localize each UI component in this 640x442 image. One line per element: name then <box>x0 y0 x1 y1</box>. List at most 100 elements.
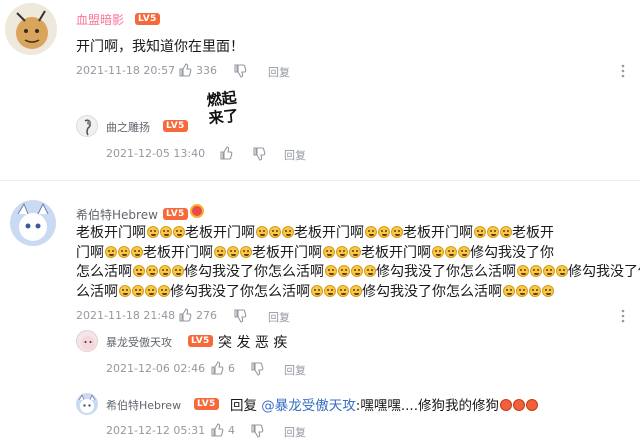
emoji-icon <box>157 284 170 297</box>
emoji-icon <box>172 226 185 238</box>
more-vertical-icon[interactable] <box>620 308 626 327</box>
emoji-icon <box>364 226 377 238</box>
emoji-icon <box>158 265 171 277</box>
emoji-icon <box>473 226 486 238</box>
thumb-up-icon[interactable] <box>210 360 224 379</box>
emoji-icon <box>104 245 117 258</box>
thumb-up-icon[interactable] <box>219 145 233 164</box>
emoji-icon <box>542 265 555 277</box>
level-badge: LV5 <box>135 13 160 25</box>
avatar[interactable] <box>76 115 98 137</box>
comment-text: 突 发 恶 疾 <box>218 335 288 351</box>
comment-text-line: 门啊 老板开门啊 老板开门啊 老板开门啊 修勾我没了你 <box>76 244 554 261</box>
emoji-icon <box>281 226 294 238</box>
reply-button[interactable]: 回复 <box>268 64 290 80</box>
thumb-down-icon[interactable] <box>252 146 266 165</box>
divider <box>0 180 640 181</box>
avatar-image <box>10 200 56 246</box>
emoji-icon <box>171 265 184 277</box>
emoji-icon <box>337 265 350 277</box>
username[interactable]: 暴龙受傲天攻 <box>106 334 172 350</box>
comment-date: 2021-12-05 13:40 <box>106 147 206 160</box>
comment-text-line: 么活啊 修勾我没了你怎么活啊 修勾我没了你怎么活啊 <box>76 283 636 303</box>
emoji-icon <box>323 284 336 297</box>
username[interactable]: 曲之雕扬 <box>106 119 150 135</box>
emoji-icon <box>486 226 499 238</box>
emoji-icon <box>444 245 457 258</box>
username[interactable]: 希伯特Hebrew <box>106 397 181 413</box>
reply-button[interactable]: 回复 <box>268 309 290 325</box>
sticker-text-line: 来了 <box>207 106 240 128</box>
avatar[interactable] <box>76 393 98 415</box>
comment-date: 2021-11-18 20:57 <box>76 64 176 77</box>
like-count: 276 <box>196 309 217 322</box>
reply-button[interactable]: 回复 <box>284 424 306 440</box>
emoji-icon <box>499 226 512 238</box>
emoji-icon <box>529 265 542 277</box>
avatar-image <box>84 119 92 136</box>
comment-text: 回复 @暴龙受傲天攻:嘿嘿嘿....修狗我的修狗 <box>230 394 538 414</box>
comment-date: 2021-12-06 02:46 <box>106 362 206 375</box>
mention-link[interactable]: @暴龙受傲天攻 <box>261 398 356 414</box>
thumb-down-icon[interactable] <box>233 63 247 82</box>
avatar[interactable] <box>10 200 56 246</box>
comment-date: 2021-11-18 21:48 <box>76 309 176 322</box>
emoji-icon <box>239 245 252 258</box>
like-count: 4 <box>228 424 235 437</box>
thumb-down-icon[interactable] <box>250 361 264 380</box>
emoji-icon <box>144 284 157 297</box>
emoji-icon <box>377 226 390 238</box>
emoji-icon <box>335 245 348 258</box>
emoji-icon <box>132 265 145 277</box>
emoji-icon <box>431 245 444 258</box>
avatar-image <box>78 394 96 413</box>
emoji-icon <box>130 245 143 258</box>
like-count: 336 <box>196 64 217 77</box>
comment-text: 老板开门啊 老板开门啊 老板开门啊 老板开门啊 老板开 门啊 老板开门啊 老板开门啊 老板开门… <box>76 224 640 303</box>
emoji-icon <box>515 284 528 297</box>
emoji-icon <box>555 265 568 277</box>
angry-emoji-icon <box>525 399 538 411</box>
emoji-icon <box>226 245 239 258</box>
emoji-icon <box>363 265 376 277</box>
emoji-icon <box>159 226 172 238</box>
comment-text-line: 老板开门啊 老板开门啊 老板开门啊 老板开门啊 老板开 <box>76 225 554 241</box>
level-badge: LV5 <box>163 120 188 132</box>
reply-button[interactable]: 回复 <box>284 362 306 378</box>
username[interactable]: 血盟暗影 <box>76 11 124 28</box>
emoji-icon <box>118 284 131 297</box>
thumb-up-icon[interactable] <box>210 422 224 441</box>
avatar-image <box>5 3 57 55</box>
emoji-icon <box>213 245 226 258</box>
sticker-image: 燃起 来了 <box>198 88 248 137</box>
more-vertical-icon[interactable] <box>620 63 626 82</box>
medal-icon <box>190 204 204 218</box>
emoji-icon <box>390 226 403 238</box>
avatar[interactable] <box>76 330 98 352</box>
thumb-up-icon[interactable] <box>178 307 192 326</box>
comment-text: 开门啊，我知道你在里面！ <box>76 39 244 55</box>
reply-prefix: 回复 <box>230 398 257 414</box>
thumb-up-icon[interactable] <box>178 62 192 81</box>
reply-text: :嘿嘿嘿....修狗我的修狗 <box>355 398 500 414</box>
emoji-icon <box>117 245 130 258</box>
thumb-down-icon[interactable] <box>250 423 264 442</box>
username[interactable]: 希伯特Hebrew <box>76 206 158 223</box>
emoji-icon <box>324 265 337 277</box>
reply-button[interactable]: 回复 <box>284 147 306 163</box>
emoji-icon <box>146 226 159 238</box>
emoji-icon <box>350 265 363 277</box>
level-badge: LV5 <box>163 208 188 220</box>
thumb-down-icon[interactable] <box>233 308 247 327</box>
avatar-image <box>81 336 95 350</box>
emoji-icon <box>336 284 349 297</box>
emoji-icon <box>310 284 323 297</box>
comment-date: 2021-12-12 05:31 <box>106 424 206 437</box>
emoji-icon <box>145 265 158 277</box>
emoji-icon <box>255 226 268 238</box>
emoji-icon <box>528 284 541 297</box>
emoji-icon <box>349 284 362 297</box>
emoji-icon <box>502 284 515 297</box>
avatar[interactable] <box>5 3 57 55</box>
emoji-icon <box>516 265 529 277</box>
